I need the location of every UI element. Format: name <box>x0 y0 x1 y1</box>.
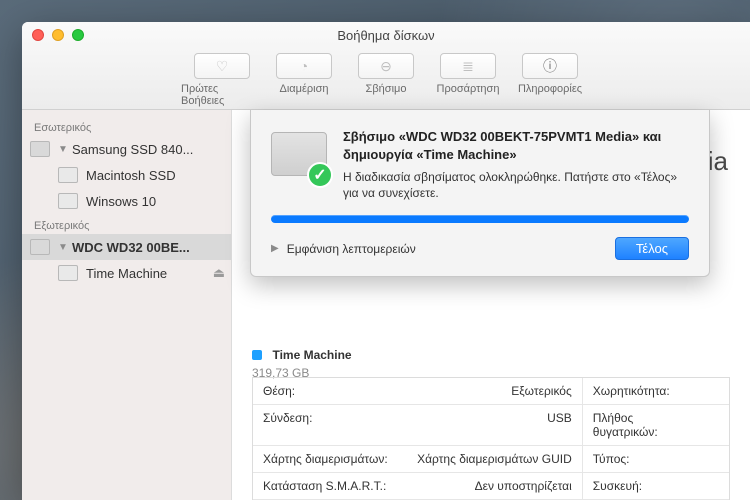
capacity-name: Time Machine <box>272 348 351 362</box>
sidebar: Εσωτερικός ▼ Samsung SSD 840... Macintos… <box>22 110 232 500</box>
capacity-block: Time Machine 319,73 GB <box>252 346 730 380</box>
sidebar-volume-macintosh[interactable]: Macintosh SSD <box>22 162 231 188</box>
disk-utility-window: Βοήθημα δίσκων ♡ Πρώτες Βοήθειες ◔ Διαμέ… <box>22 22 750 500</box>
toolbar-partition[interactable]: ◔ Διαμέριση <box>263 53 345 107</box>
chevron-down-icon[interactable]: ▼ <box>58 242 68 253</box>
mount-icon: ≣ <box>462 58 474 75</box>
sidebar-drive-external[interactable]: ▼ WDC WD32 00BE... <box>22 234 231 260</box>
progress-bar <box>271 215 689 223</box>
info-icon: ⓘ <box>543 56 557 76</box>
toolbar-erase[interactable]: ⊖ Σβήσιμο <box>345 53 427 107</box>
minimize-icon[interactable] <box>52 29 64 41</box>
table-row: Θέση: Εξωτερικός Χωρητικότητα: <box>253 378 729 405</box>
sidebar-item-label: Macintosh SSD <box>86 168 176 183</box>
sidebar-item-label: Winsows 10 <box>86 194 156 209</box>
zoom-icon[interactable] <box>72 29 84 41</box>
toolbar-first-aid[interactable]: ♡ Πρώτες Βοήθειες <box>181 53 263 107</box>
sidebar-volume-winsows[interactable]: Winsows 10 <box>22 188 231 214</box>
sidebar-item-label: Time Machine <box>86 266 167 281</box>
info-label: Σύνδεση: <box>253 405 399 445</box>
disclose-details[interactable]: ▶ Εμφάνιση λεπτομερειών <box>271 242 416 256</box>
stethoscope-icon: ♡ <box>216 58 229 75</box>
sheet-icon: ✓ <box>271 128 329 186</box>
table-row: Χάρτης διαμερισμάτων: Χάρτης διαμερισμάτ… <box>253 446 729 473</box>
sidebar-volume-timemachine[interactable]: Time Machine ⏏ <box>22 260 231 286</box>
info-label: Χάρτης διαμερισμάτων: <box>253 446 399 472</box>
sidebar-header-internal: Εσωτερικός <box>22 116 231 136</box>
window-title: Βοήθημα δίσκων <box>22 22 750 43</box>
sheet-title: Σβήσιμο «WDC WD32 00BEKT-75PVMT1 Media» … <box>343 128 689 163</box>
info-label: Κατάσταση S.M.A.R.T.: <box>253 473 399 499</box>
pie-icon: ◔ <box>300 58 308 74</box>
info-value <box>709 473 729 499</box>
info-value: Δεν υποστηρίζεται <box>399 473 583 499</box>
table-row: Σύνδεση: USB Πλήθος θυγατρικών: <box>253 405 729 446</box>
chevron-down-icon[interactable]: ▼ <box>58 144 68 155</box>
toolbar-info[interactable]: ⓘ Πληροφορίες <box>509 53 591 107</box>
sidebar-item-label: WDC WD32 00BE... <box>72 240 190 255</box>
toolbar: ♡ Πρώτες Βοήθειες ◔ Διαμέριση ⊖ Σβήσιμο … <box>22 53 750 107</box>
window-controls <box>32 29 84 41</box>
info-table: Θέση: Εξωτερικός Χωρητικότητα: Σύνδεση: … <box>252 377 730 500</box>
titlebar: Βοήθημα δίσκων ♡ Πρώτες Βοήθειες ◔ Διαμέ… <box>22 22 750 110</box>
capacity-color-swatch <box>252 350 262 360</box>
info-label: Χωρητικότητα: <box>583 378 709 404</box>
close-icon[interactable] <box>32 29 44 41</box>
info-value: Χάρτης διαμερισμάτων GUID <box>399 446 583 472</box>
disclose-label: Εμφάνιση λεπτομερειών <box>287 242 416 256</box>
info-value: Εξωτερικός <box>399 378 583 404</box>
sidebar-header-external: Εξωτερικός <box>22 214 231 234</box>
chevron-right-icon: ▶ <box>271 243 279 254</box>
table-row: Κατάσταση S.M.A.R.T.: Δεν υποστηρίζεται … <box>253 473 729 500</box>
info-value <box>709 405 729 445</box>
info-value <box>709 378 729 404</box>
capacity-row: Time Machine <box>252 346 730 364</box>
sidebar-drive-internal[interactable]: ▼ Samsung SSD 840... <box>22 136 231 162</box>
done-button[interactable]: Τέλος <box>615 237 689 260</box>
info-label: Τύπος: <box>583 446 709 472</box>
info-label: Συσκευή: <box>583 473 709 499</box>
info-value <box>709 446 729 472</box>
checkmark-icon: ✓ <box>307 162 333 188</box>
sidebar-item-label: Samsung SSD 840... <box>72 142 193 157</box>
sheet-footer: ▶ Εμφάνιση λεπτομερειών Τέλος <box>271 237 689 260</box>
erase-icon: ⊖ <box>380 58 392 75</box>
info-label: Θέση: <box>253 378 399 404</box>
info-value: USB <box>399 405 583 445</box>
toolbar-mount[interactable]: ≣ Προσάρτηση <box>427 53 509 107</box>
erase-complete-sheet: ✓ Σβήσιμο «WDC WD32 00BEKT-75PVMT1 Media… <box>250 110 710 277</box>
info-label: Πλήθος θυγατρικών: <box>583 405 709 445</box>
eject-icon[interactable]: ⏏ <box>213 265 225 281</box>
sheet-message: Η διαδικασία σβησίματος ολοκληρώθηκε. Πα… <box>343 169 689 201</box>
sheet-header: ✓ Σβήσιμο «WDC WD32 00BEKT-75PVMT1 Media… <box>271 128 689 201</box>
